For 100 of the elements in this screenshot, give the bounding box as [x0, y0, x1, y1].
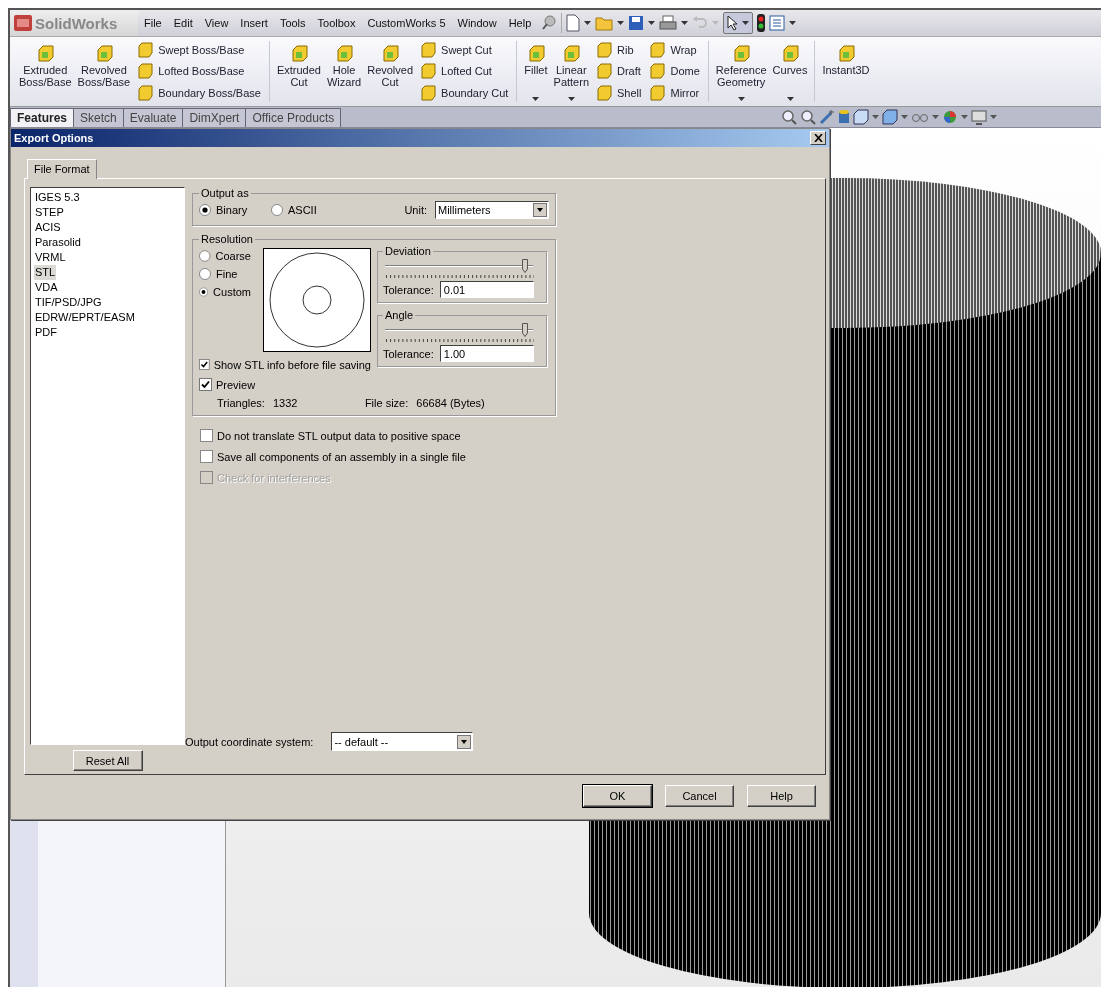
monitor-icon[interactable] [971, 109, 987, 125]
menu-item[interactable]: Insert [234, 17, 274, 29]
format-list-item[interactable]: EDRW/EPRT/EASM [34, 310, 136, 325]
ribbon-button[interactable]: Draft [596, 63, 642, 80]
command-tab[interactable]: Office Products [245, 108, 342, 127]
format-list-item[interactable]: STL [34, 265, 57, 280]
unit-dropdown[interactable]: Millimeters [435, 201, 549, 219]
menu-item[interactable]: Tools [273, 17, 312, 29]
caret-icon [737, 97, 745, 101]
menu-item[interactable]: CustomWorks 5 [361, 17, 452, 29]
format-list-item[interactable]: PDF [34, 325, 58, 340]
cube-icon [137, 85, 154, 102]
traffic-light-icon[interactable] [757, 14, 766, 32]
caret-icon[interactable] [584, 21, 592, 25]
ribbon-button[interactable]: Lofted Boss/Base [137, 63, 261, 80]
ribbon-button[interactable]: Hole Wizard [323, 39, 365, 104]
format-list-item[interactable]: ACIS [34, 220, 62, 235]
coordinate-system-dropdown[interactable]: -- default -- [331, 732, 474, 751]
caret-icon[interactable] [932, 115, 939, 119]
command-tab[interactable]: Evaluate [122, 108, 184, 127]
radio-option[interactable]: ASCII [271, 204, 335, 216]
checkbox-option[interactable]: Show STL info before file saving [199, 358, 371, 371]
printer-icon[interactable] [659, 15, 678, 31]
new-document-icon[interactable] [566, 14, 581, 32]
ribbon-button[interactable]: Extruded Boss/Base [16, 39, 75, 104]
close-button[interactable] [810, 131, 826, 145]
magnifier-icon[interactable] [800, 109, 816, 125]
radio-option[interactable]: Custom [199, 286, 251, 298]
ribbon-button[interactable]: Revolved Boss/Base [74, 39, 134, 104]
checkbox-option[interactable]: Do not translate STL output data to positive space [200, 429, 825, 442]
format-list-item[interactable]: VDA [34, 280, 59, 295]
ribbon-button[interactable]: Mirror [649, 85, 700, 102]
ribbon-button[interactable]: Swept Boss/Base [137, 41, 261, 58]
radio-option[interactable]: Coarse [199, 250, 251, 262]
command-tab[interactable]: Sketch [73, 108, 124, 127]
dialog-button[interactable]: OK [583, 785, 652, 807]
ribbon-button[interactable]: Shell [596, 85, 642, 102]
caret-icon[interactable] [961, 115, 968, 119]
ribbon-button[interactable]: Extruded Cut [273, 39, 324, 104]
caret-icon[interactable] [617, 21, 625, 25]
format-list-item[interactable]: IGES 5.3 [34, 190, 81, 205]
menu-item[interactable]: File [138, 17, 168, 29]
ribbon-button[interactable]: Swept Cut [420, 41, 509, 58]
command-tab[interactable]: Features [10, 108, 75, 127]
format-list-item[interactable]: VRML [34, 250, 67, 265]
tolerance-field[interactable]: 0.01 [439, 281, 534, 298]
group-title: Resolution [200, 233, 254, 245]
group-title: Angle [384, 309, 415, 321]
dialog-button[interactable]: Help [747, 785, 816, 807]
ribbon-button[interactable]: Curves [769, 39, 811, 104]
ribbon-button[interactable]: Boundary Cut [420, 85, 509, 102]
caret-icon[interactable] [648, 21, 656, 25]
menu-item[interactable]: Help [502, 17, 538, 29]
slider-thumb[interactable] [522, 323, 529, 337]
radio-option[interactable]: Fine [199, 268, 251, 280]
checklist-icon[interactable] [769, 15, 786, 31]
slider-thumb[interactable] [522, 259, 529, 273]
cube-view-icon[interactable] [853, 109, 869, 125]
ribbon-button[interactable]: Revolved Cut [364, 39, 417, 104]
menu-item[interactable]: View [198, 17, 235, 29]
format-list-item[interactable]: STEP [34, 205, 65, 220]
sphere-icon[interactable] [942, 109, 958, 125]
ribbon-button[interactable]: Linear Pattern [550, 39, 592, 104]
select-button[interactable] [723, 12, 754, 34]
checkbox-option[interactable]: Save all components of an assembly in a single file [200, 450, 825, 463]
menu-item[interactable]: Edit [167, 17, 199, 29]
dialog-title: Export Options [14, 132, 94, 144]
format-list-item[interactable]: TIF/PSD/JPG [34, 295, 103, 310]
checkbox-option[interactable]: Preview [199, 378, 371, 391]
ribbon-button[interactable]: Instant3D [819, 39, 873, 104]
caret-icon[interactable] [872, 115, 879, 119]
dialog-tab[interactable]: File Format [27, 159, 97, 179]
wand-icon[interactable] [819, 109, 835, 125]
save-icon[interactable] [628, 15, 645, 31]
glasses-icon[interactable] [911, 111, 929, 123]
cube-icon [732, 45, 751, 63]
dialog-button[interactable]: Cancel [665, 785, 734, 807]
caret-icon [567, 97, 575, 101]
ribbon-button[interactable]: Wrap [649, 41, 700, 58]
menu-item[interactable]: Window [451, 17, 503, 29]
caret-icon[interactable] [789, 21, 797, 25]
cube-icon [649, 63, 666, 80]
menu-item[interactable]: Toolbox [311, 17, 362, 29]
ribbon-button[interactable]: Boundary Boss/Base [137, 85, 261, 102]
caret-icon[interactable] [681, 21, 689, 25]
ribbon-button[interactable]: Fillet [521, 39, 551, 104]
ribbon-button[interactable]: Rib [596, 41, 642, 58]
caret-icon[interactable] [901, 115, 908, 119]
ribbon-button[interactable]: Lofted Cut [420, 63, 509, 80]
ribbon-button[interactable]: Reference Geometry [712, 39, 770, 104]
ribbon-button[interactable]: Dome [649, 63, 700, 80]
caret-icon[interactable] [990, 115, 997, 119]
format-list-item[interactable]: Parasolid [34, 235, 82, 250]
radio-option[interactable]: Binary [199, 204, 263, 216]
reset-all-button[interactable]: Reset All [72, 750, 143, 771]
cube-icon [562, 45, 581, 63]
command-tab[interactable]: DimXpert [182, 108, 247, 127]
magnifier-icon[interactable] [781, 109, 797, 125]
cube-view-icon[interactable] [882, 109, 898, 125]
tolerance-field[interactable]: 1.00 [439, 345, 534, 362]
